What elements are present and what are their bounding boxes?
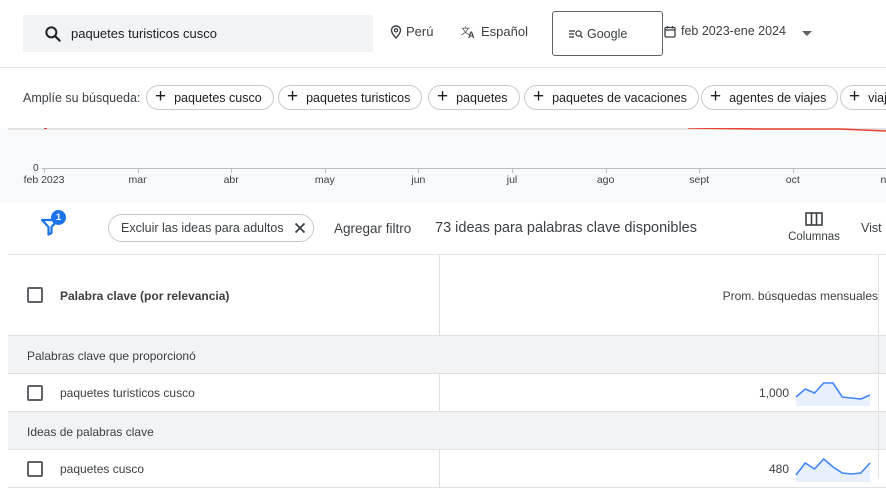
broaden-chip[interactable]: + viaj bbox=[840, 85, 886, 110]
trend-line-fragment bbox=[44, 128, 886, 132]
table-row: paquetes turisticos cusco 1,000 bbox=[8, 374, 886, 412]
broaden-chip[interactable]: + paquetes de vacaciones bbox=[524, 85, 699, 110]
table-right-border bbox=[878, 254, 879, 479]
x-axis bbox=[42, 168, 886, 169]
select-all-checkbox[interactable] bbox=[27, 287, 43, 303]
network-label: Google bbox=[587, 27, 628, 41]
broaden-chip[interactable]: + paquetes turisticos bbox=[278, 85, 423, 110]
keyword-cell: paquetes cusco bbox=[60, 462, 145, 476]
section-row-ideas: Ideas de palabras clave bbox=[8, 412, 886, 450]
date-range-selector[interactable]: feb 2023-ene 2024 bbox=[664, 24, 786, 38]
close-icon[interactable] bbox=[294, 222, 306, 234]
broaden-chip[interactable]: + agentes de viajes bbox=[701, 85, 839, 110]
plus-icon: + bbox=[287, 86, 299, 107]
add-filter-button[interactable]: Agregar filtro bbox=[334, 221, 411, 236]
row-checkbox[interactable] bbox=[27, 385, 43, 401]
search-query[interactable]: paquetes turisticos cusco bbox=[71, 26, 217, 41]
plus-icon: + bbox=[155, 86, 167, 107]
section-row-provided: Palabras clave que proporcionó bbox=[8, 336, 886, 374]
view-button[interactable]: Vist bbox=[861, 221, 882, 235]
filter-toolbar: Excluir las ideas para adultos Agregar f… bbox=[0, 202, 886, 254]
language-selector[interactable]: 文 A Español bbox=[461, 24, 528, 39]
location-pin-icon bbox=[390, 24, 402, 39]
column-divider bbox=[439, 374, 440, 411]
section-label: Palabras clave que proporcionó bbox=[27, 349, 196, 363]
section-label: Ideas de palabras clave bbox=[27, 425, 154, 439]
avg-searches-cell: 1,000 bbox=[758, 386, 789, 400]
x-axis-tick-label: oct bbox=[785, 174, 800, 186]
network-search-icon bbox=[569, 30, 583, 39]
x-axis-tick-mark bbox=[44, 168, 45, 173]
row-checkbox[interactable] bbox=[27, 461, 43, 477]
x-axis-tick-label: no bbox=[880, 174, 886, 186]
chevron-down-icon[interactable] bbox=[802, 31, 812, 36]
x-axis-tick-label: ago bbox=[596, 174, 615, 186]
sparkline-area bbox=[796, 383, 870, 406]
table-header-row: Palabra clave (por relevancia) Prom. bús… bbox=[8, 255, 886, 336]
adult-ideas-filter-chip[interactable]: Excluir las ideas para adultos bbox=[108, 214, 314, 242]
location-label: Perú bbox=[406, 24, 434, 39]
location-selector[interactable]: Perú bbox=[390, 24, 433, 39]
x-axis-tick-label: jun bbox=[411, 174, 426, 186]
x-axis-tick-mark bbox=[605, 168, 607, 173]
columns-label: Columnas bbox=[788, 231, 840, 243]
plus-icon: + bbox=[849, 86, 861, 107]
x-axis-tick-mark bbox=[137, 168, 139, 173]
chip-label: paquetes bbox=[456, 90, 508, 105]
keyword-cell: paquetes turisticos cusco bbox=[60, 386, 195, 400]
x-axis-tick-mark bbox=[324, 168, 326, 173]
x-axis-tick-label: may bbox=[314, 174, 335, 186]
chip-label: paquetes turisticos bbox=[306, 90, 411, 105]
x-axis-tick-label: feb 2023 bbox=[23, 174, 65, 186]
column-divider bbox=[439, 255, 440, 335]
trend-chart: 0 feb 2023 mar abr may jun jul ago sept oct no bbox=[0, 128, 886, 202]
top-bar: paquetes turisticos cusco Perú 文 A Españ… bbox=[0, 0, 886, 68]
date-range-label: feb 2023-ene 2024 bbox=[681, 24, 786, 38]
broaden-label: Amplíe su búsqueda: bbox=[23, 91, 141, 105]
x-axis-tick-mark bbox=[231, 168, 233, 173]
x-axis-tick-label: sept bbox=[689, 174, 710, 186]
chip-label: agentes de viajes bbox=[729, 90, 827, 105]
keyword-table: Palabra clave (por relevancia) Prom. bús… bbox=[8, 254, 886, 488]
avg-searches-cell: 480 bbox=[768, 462, 789, 476]
x-axis-tick-label: mar bbox=[128, 174, 147, 186]
chip-label: paquetes cusco bbox=[174, 90, 262, 105]
broaden-search-bar: Amplíe su búsqueda: + paquetes cusco + paq… bbox=[0, 68, 886, 128]
broaden-chip[interactable]: + paquetes cusco bbox=[146, 85, 274, 110]
x-axis-tick-label: jul bbox=[506, 174, 518, 186]
table-row: paquetes cusco 480 bbox=[8, 450, 886, 488]
y-axis-min-label: 0 bbox=[33, 163, 39, 174]
x-axis-tick-label: abr bbox=[223, 174, 239, 186]
ideas-count: 73 ideas para palabras clave disponibles bbox=[435, 220, 697, 236]
columns-button[interactable]: Columnas bbox=[784, 210, 844, 243]
adult-chip-label: Excluir las ideas para adultos bbox=[121, 221, 284, 235]
x-axis-tick-mark bbox=[792, 168, 794, 173]
x-axis-tick-mark bbox=[418, 168, 420, 173]
search-box[interactable]: paquetes turisticos cusco bbox=[23, 15, 373, 52]
plus-icon: + bbox=[710, 86, 722, 107]
trend-sparkline bbox=[795, 457, 871, 482]
avg-searches-column-header[interactable]: Prom. búsquedas mensuales bbox=[723, 289, 878, 303]
svg-text:A: A bbox=[468, 30, 475, 39]
filter-count-badge: 1 bbox=[51, 210, 66, 225]
language-label: Español bbox=[481, 24, 528, 39]
column-divider bbox=[439, 450, 440, 487]
search-icon bbox=[45, 26, 61, 42]
plus-icon: + bbox=[437, 86, 449, 107]
columns-icon bbox=[805, 212, 823, 226]
broaden-chip[interactable]: + paquetes bbox=[428, 85, 520, 110]
plus-icon: + bbox=[533, 86, 545, 107]
calendar-icon bbox=[664, 25, 676, 38]
translate-icon: 文 A bbox=[461, 25, 475, 39]
keyword-column-header[interactable]: Palabra clave (por relevancia) bbox=[60, 289, 229, 303]
chip-label: paquetes de vacaciones bbox=[552, 90, 687, 105]
network-selector[interactable]: Google bbox=[552, 11, 663, 56]
x-axis-tick-mark bbox=[699, 168, 701, 173]
x-axis-tick-mark bbox=[512, 168, 513, 173]
trend-sparkline bbox=[795, 382, 871, 406]
chip-label: viaj bbox=[868, 90, 886, 105]
